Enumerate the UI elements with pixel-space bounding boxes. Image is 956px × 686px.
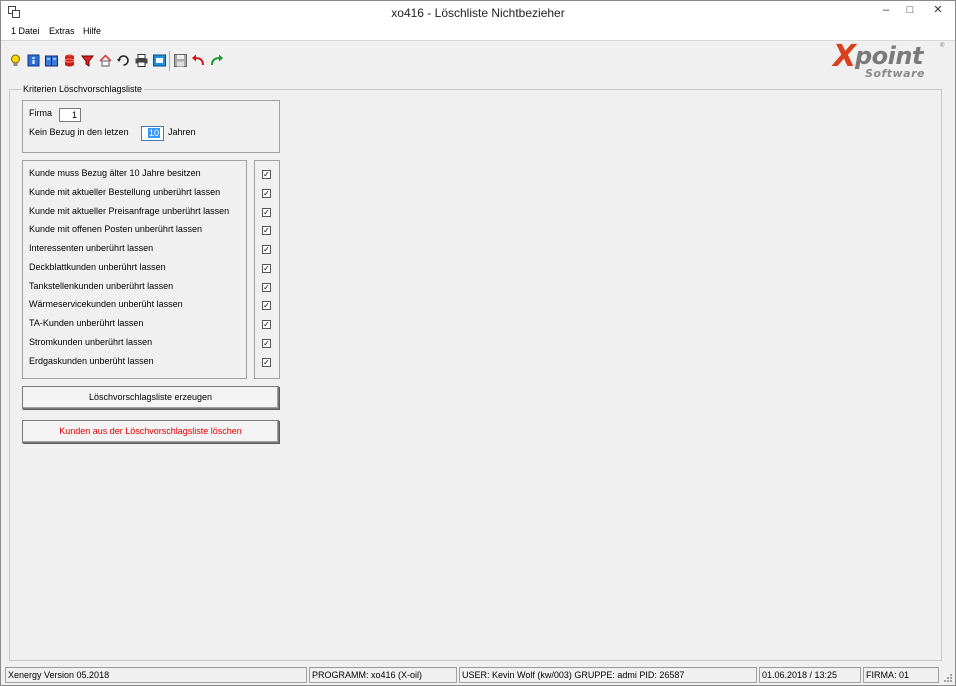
option-label: Kunde mit aktueller Bestellung unberührt…	[29, 187, 221, 197]
option-checkbox[interactable]: ✓	[262, 170, 271, 179]
close-button[interactable]: ✕	[925, 1, 951, 21]
option-label: TA-Kunden unberührt lassen	[29, 318, 144, 328]
check-mark-icon: ✓	[263, 301, 270, 310]
firma-label: Firma	[29, 108, 52, 118]
status-bar: Xenergy Version 05.2018 PROGRAMM: xo416 …	[1, 665, 955, 685]
criteria-group-title: Kriterien Löschvorschlagsliste	[21, 84, 145, 94]
application-window: xo416 - Löschliste Nichtbezieher ‒ □ ✕ 1…	[0, 0, 956, 686]
option-checkbox[interactable]: ✓	[262, 339, 271, 348]
toolbar: X point Software ®	[1, 39, 955, 82]
menu-hilfe[interactable]: Hilfe	[83, 26, 101, 36]
status-user: USER: Kevin Wolf (kw/003) GRUPPE: admi P…	[459, 667, 757, 683]
check-mark-icon: ✓	[263, 339, 270, 348]
check-mark-icon: ✓	[263, 358, 270, 367]
check-mark-icon: ✓	[263, 264, 270, 273]
bezug-label: Kein Bezug in den letzen	[29, 127, 129, 137]
toolbar-separator	[169, 51, 170, 71]
check-mark-icon: ✓	[263, 170, 270, 179]
status-datetime: 01.06.2018 / 13:25	[759, 667, 861, 683]
option-checkbox[interactable]: ✓	[262, 208, 271, 217]
undo-icon[interactable]	[191, 53, 206, 68]
delete-customers-button[interactable]: Kunden aus der Löschvorschlagsliste lösc…	[22, 420, 279, 443]
option-checkbox[interactable]: ✓	[262, 320, 271, 329]
option-label: Interessenten unberührt lassen	[29, 243, 154, 253]
option-checkbox[interactable]: ✓	[262, 358, 271, 367]
firma-field[interactable]: 1	[59, 108, 81, 122]
option-label: Stromkunden unberührt lassen	[29, 337, 153, 347]
xpoint-logo: X point Software ®	[833, 39, 945, 80]
option-checkbox[interactable]: ✓	[262, 189, 271, 198]
bezug-suffix: Jahren	[168, 127, 196, 137]
check-mark-icon: ✓	[263, 320, 270, 329]
info-bulb-icon[interactable]	[8, 53, 23, 68]
option-checkbox[interactable]: ✓	[262, 245, 271, 254]
option-checkbox[interactable]: ✓	[262, 264, 271, 273]
option-label: Kunde mit aktueller Preisanfrage unberüh…	[29, 206, 230, 216]
option-label: Kunde muss Bezug älter 10 Jahre besitzen	[29, 168, 201, 178]
menu-datei[interactable]: 1 Datei	[11, 26, 40, 36]
info-icon[interactable]	[26, 53, 41, 68]
maximize-button[interactable]: □	[897, 1, 923, 21]
filter-icon[interactable]	[80, 53, 95, 68]
status-version: Xenergy Version 05.2018	[5, 667, 307, 683]
window-title: xo416 - Löschliste Nichtbezieher	[391, 6, 565, 20]
screen-icon[interactable]	[152, 53, 167, 68]
option-checkbox[interactable]: ✓	[262, 283, 271, 292]
save-icon[interactable]	[173, 53, 188, 68]
option-checkbox[interactable]: ✓	[262, 226, 271, 235]
menu-extras[interactable]: Extras	[49, 26, 75, 36]
book-icon[interactable]	[44, 53, 59, 68]
option-label: Kunde mit offenen Posten unberührt lasse…	[29, 224, 202, 234]
create-list-button[interactable]: Löschvorschlagsliste erzeugen	[22, 386, 279, 409]
database-icon[interactable]	[62, 53, 77, 68]
bezug-years-field[interactable]: 10	[141, 126, 164, 141]
refresh-icon[interactable]	[116, 53, 131, 68]
option-label: Deckblattkunden unberührt lassen	[29, 262, 166, 272]
resize-grip-icon[interactable]	[941, 671, 953, 683]
home-icon[interactable]	[98, 53, 113, 68]
option-checkbox[interactable]: ✓	[262, 301, 271, 310]
check-mark-icon: ✓	[263, 283, 270, 292]
print-icon[interactable]	[134, 53, 149, 68]
redo-icon[interactable]	[209, 53, 224, 68]
status-firma: FIRMA: 01	[863, 667, 939, 683]
minimize-button[interactable]: ‒	[873, 1, 899, 21]
option-label: Erdgaskunden unberüht lassen	[29, 356, 154, 366]
status-program: PROGRAMM: xo416 (X-oil)	[309, 667, 457, 683]
option-label: Wärmeservicekunden unberüht lassen	[29, 299, 183, 309]
menu-bar: 1 Datei Extras Hilfe	[1, 23, 955, 40]
check-mark-icon: ✓	[263, 245, 270, 254]
title-bar: xo416 - Löschliste Nichtbezieher ‒ □ ✕	[1, 1, 955, 23]
option-label: Tankstellenkunden unberührt lassen	[29, 281, 174, 291]
check-mark-icon: ✓	[263, 226, 270, 235]
check-mark-icon: ✓	[263, 208, 270, 217]
check-mark-icon: ✓	[263, 189, 270, 198]
